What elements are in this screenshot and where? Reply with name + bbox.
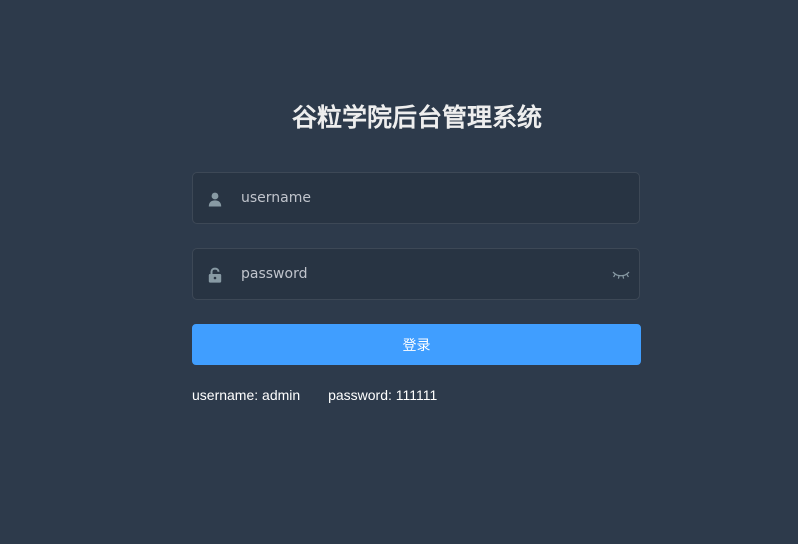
page-title: 谷粒学院后台管理系统 bbox=[291, 103, 542, 132]
username-input[interactable] bbox=[241, 173, 601, 223]
password-field-container bbox=[192, 248, 640, 300]
login-page: 谷粒学院后台管理系统 username 登录 username: admin p… bbox=[0, 0, 798, 544]
password-input[interactable] bbox=[241, 249, 601, 299]
username-field-container bbox=[192, 172, 640, 224]
credentials-tips: username: admin password: 111111 bbox=[192, 387, 437, 403]
login-button[interactable]: 登录 bbox=[192, 324, 641, 365]
username-tip: username: admin bbox=[192, 387, 301, 403]
eye-closed-icon[interactable] bbox=[611, 267, 631, 281]
password-tip: password: 111111 bbox=[328, 387, 438, 403]
lock-icon bbox=[207, 267, 223, 283]
user-icon bbox=[207, 191, 223, 207]
